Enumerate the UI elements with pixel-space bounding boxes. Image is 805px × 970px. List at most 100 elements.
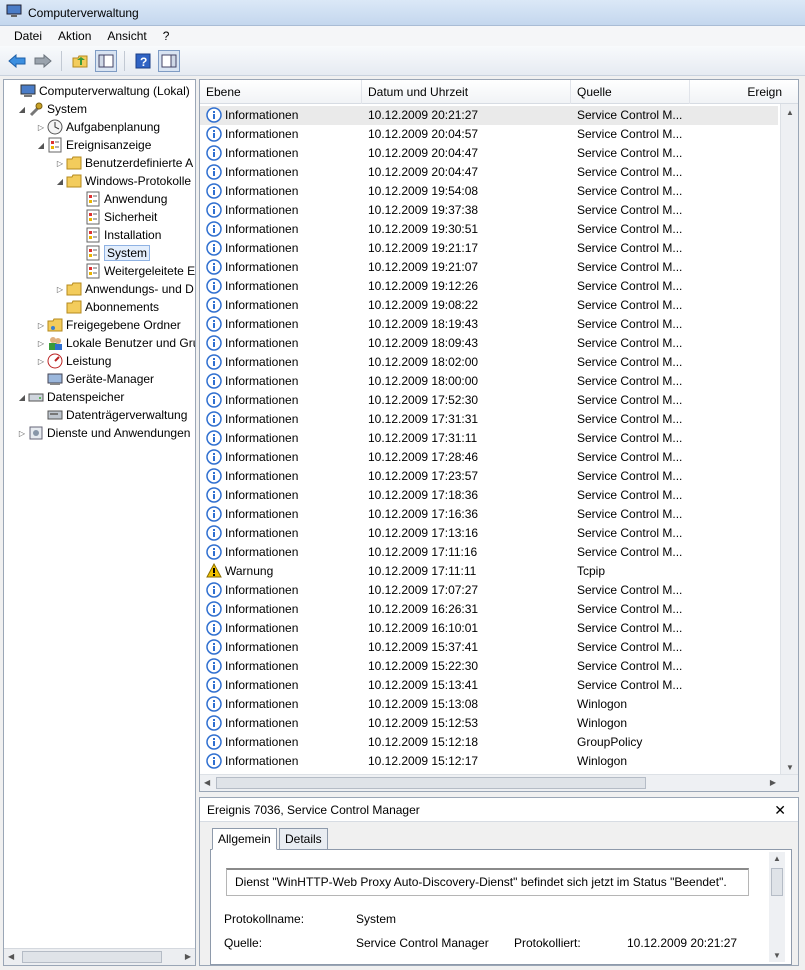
table-row[interactable]: Informationen 10.12.2009 19:08:22 Service … xyxy=(200,296,778,315)
menu-datei[interactable]: Datei xyxy=(6,29,50,43)
table-row[interactable]: Informationen 10.12.2009 18:00:00 Service … xyxy=(200,372,778,391)
scroll-left-arrow-icon[interactable]: ◀ xyxy=(204,778,210,787)
table-row[interactable]: Informationen 10.12.2009 17:07:27 Service … xyxy=(200,581,778,600)
column-header-datum[interactable]: Datum und Uhrzeit xyxy=(362,80,571,104)
tree-item[interactable]: Abonnements xyxy=(54,298,159,316)
tree-item[interactable]: Computerverwaltung (Lokal) xyxy=(8,82,190,100)
table-row[interactable]: Informationen 10.12.2009 19:12:26 Service … xyxy=(200,277,778,296)
scroll-down-arrow-icon[interactable]: ▼ xyxy=(786,763,794,772)
console-tree[interactable]: Computerverwaltung (Lokal) ◢ System ▷ Aufgab… xyxy=(3,79,196,966)
tree-item[interactable]: System xyxy=(73,244,151,262)
table-row[interactable]: Informationen 10.12.2009 17:23:57 Service … xyxy=(200,467,778,486)
tree-item[interactable]: Installation xyxy=(73,226,161,244)
scroll-left-arrow-icon[interactable]: ◀ xyxy=(8,952,14,961)
help-icon[interactable]: ? xyxy=(132,50,154,72)
tree-scroll-thumb[interactable] xyxy=(22,951,162,963)
menu-aktion[interactable]: Aktion xyxy=(50,29,99,43)
event-list-horizontal-scrollbar[interactable]: ◀ ▶ xyxy=(200,774,798,791)
table-row[interactable]: Informationen 10.12.2009 18:02:00 Service … xyxy=(200,353,778,372)
table-row[interactable]: Informationen 10.12.2009 15:12:18 GroupPol… xyxy=(200,733,778,752)
table-row[interactable]: Informationen 10.12.2009 19:37:38 Service … xyxy=(200,201,778,220)
tree-item[interactable]: ◢ Datenspeicher xyxy=(16,388,124,406)
tree-expander-icon[interactable]: ▷ xyxy=(35,357,47,366)
menu-help[interactable]: ? xyxy=(155,29,178,43)
table-row[interactable]: Informationen 10.12.2009 18:19:43 Service … xyxy=(200,315,778,334)
tree-expander-icon[interactable]: ◢ xyxy=(16,393,28,402)
event-list[interactable]: Ebene Datum und Uhrzeit Quelle Ereign In… xyxy=(199,79,799,792)
table-row[interactable]: Informationen 10.12.2009 16:10:01 Service … xyxy=(200,619,778,638)
tree-item[interactable]: ▷ Aufgabenplanung xyxy=(35,118,160,136)
tab-allgemein[interactable]: Allgemein xyxy=(212,828,277,850)
column-header-ereignis[interactable]: Ereign xyxy=(690,80,798,104)
table-row[interactable]: Informationen 10.12.2009 15:13:08 Winlogon xyxy=(200,695,778,714)
tree-expander-icon[interactable]: ◢ xyxy=(16,105,28,114)
scroll-up-arrow-icon[interactable]: ▲ xyxy=(786,108,794,117)
scroll-right-arrow-icon[interactable]: ▶ xyxy=(185,952,191,961)
table-row[interactable]: Informationen 10.12.2009 17:18:36 Service … xyxy=(200,486,778,505)
column-header-quelle[interactable]: Quelle xyxy=(571,80,690,104)
tree-item[interactable]: Weitergeleitete E xyxy=(73,262,195,280)
scroll-down-arrow-icon[interactable]: ▼ xyxy=(773,951,781,960)
tree-item[interactable]: ◢ Windows-Protokolle xyxy=(54,172,191,190)
tree-item[interactable]: ◢ System xyxy=(16,100,87,118)
menu-ansicht[interactable]: Ansicht xyxy=(99,29,154,43)
tree-item[interactable]: ▷ Anwendungs- und D xyxy=(54,280,194,298)
tree-expander-icon[interactable]: ▷ xyxy=(35,123,47,132)
tree-item[interactable]: Sicherheit xyxy=(73,208,157,226)
table-row[interactable]: Informationen 10.12.2009 17:31:31 Service … xyxy=(200,410,778,429)
table-row[interactable]: Informationen 10.12.2009 20:21:27 Service … xyxy=(200,106,778,125)
up-folder-icon[interactable] xyxy=(69,50,91,72)
table-row[interactable]: Informationen 10.12.2009 15:12:17 Winlogon xyxy=(200,752,778,771)
tree-expander-icon[interactable]: ▷ xyxy=(35,321,47,330)
table-row[interactable]: Informationen 10.12.2009 19:21:17 Service … xyxy=(200,239,778,258)
tree-item[interactable]: ▷ Dienste und Anwendungen xyxy=(16,424,191,442)
detail-vertical-scrollbar[interactable]: ▲ ▼ xyxy=(769,852,785,962)
back-arrow-icon[interactable] xyxy=(6,50,28,72)
scroll-right-arrow-icon[interactable]: ▶ xyxy=(770,778,776,787)
table-row[interactable]: Warnung 10.12.2009 17:11:11 Tcpip xyxy=(200,562,778,581)
table-row[interactable]: Informationen 10.12.2009 19:30:51 Service … xyxy=(200,220,778,239)
table-row[interactable]: Informationen 10.12.2009 20:04:57 Service … xyxy=(200,125,778,144)
event-list-vertical-scrollbar[interactable]: ▲ ▼ xyxy=(780,104,798,776)
tree-item[interactable]: Geräte-Manager xyxy=(35,370,154,388)
tab-details[interactable]: Details xyxy=(279,828,328,850)
table-row[interactable]: Informationen 10.12.2009 17:52:30 Service … xyxy=(200,391,778,410)
tree-expander-icon[interactable]: ▷ xyxy=(35,339,47,348)
scroll-up-arrow-icon[interactable]: ▲ xyxy=(773,854,781,863)
table-row[interactable]: Informationen 10.12.2009 17:28:46 Service … xyxy=(200,448,778,467)
table-row[interactable]: Informationen 10.12.2009 17:13:16 Service … xyxy=(200,524,778,543)
table-row[interactable]: Informationen 10.12.2009 15:37:41 Service … xyxy=(200,638,778,657)
tree-item[interactable]: ▷ Lokale Benutzer und Gru xyxy=(35,334,195,352)
tree-item[interactable]: ▷ Leistung xyxy=(35,352,111,370)
table-row[interactable]: Informationen 10.12.2009 20:04:47 Service … xyxy=(200,144,778,163)
tree-expander-icon[interactable]: ▷ xyxy=(54,159,66,168)
forward-arrow-icon[interactable] xyxy=(32,50,54,72)
tree-expander-icon[interactable]: ▷ xyxy=(16,429,28,438)
close-icon[interactable]: ✕ xyxy=(774,798,786,822)
tree-item[interactable]: Anwendung xyxy=(73,190,167,208)
show-hide-tree-icon[interactable] xyxy=(95,49,117,72)
table-row[interactable]: Informationen 10.12.2009 17:31:11 Service … xyxy=(200,429,778,448)
show-hide-action-pane-icon[interactable] xyxy=(158,49,180,72)
tree-item[interactable]: ▷ Freigegebene Ordner xyxy=(35,316,181,334)
table-row[interactable]: Informationen 10.12.2009 18:09:43 Service … xyxy=(200,334,778,353)
tree-horizontal-scrollbar[interactable]: ◀ ▶ xyxy=(4,948,195,965)
tree-expander-icon[interactable]: ◢ xyxy=(35,141,47,150)
tree-expander-icon[interactable]: ▷ xyxy=(54,285,66,294)
table-row[interactable]: Informationen 10.12.2009 19:54:08 Service … xyxy=(200,182,778,201)
table-row[interactable]: Informationen 10.12.2009 17:16:36 Service … xyxy=(200,505,778,524)
table-row[interactable]: Informationen 10.12.2009 20:04:47 Service … xyxy=(200,163,778,182)
column-header-ebene[interactable]: Ebene xyxy=(200,80,362,104)
event-message[interactable]: Dienst "WinHTTP-Web Proxy Auto-Discovery… xyxy=(226,868,749,896)
tree-item[interactable]: ▷ Benutzerdefinierte A xyxy=(54,154,193,172)
table-row[interactable]: Informationen 10.12.2009 15:12:53 Winlogon xyxy=(200,714,778,733)
tree-expander-icon[interactable]: ◢ xyxy=(54,177,66,186)
tree-item[interactable]: ◢ Ereignisanzeige xyxy=(35,136,151,154)
table-row[interactable]: Informationen 10.12.2009 19:21:07 Service … xyxy=(200,258,778,277)
detail-scroll-thumb[interactable] xyxy=(771,868,783,896)
table-row[interactable]: Informationen 10.12.2009 16:26:31 Service … xyxy=(200,600,778,619)
list-scroll-thumb[interactable] xyxy=(216,777,646,789)
table-row[interactable]: Informationen 10.12.2009 15:13:41 Service … xyxy=(200,676,778,695)
tree-item[interactable]: Datenträgerverwaltung xyxy=(35,406,187,424)
table-row[interactable]: Informationen 10.12.2009 15:22:30 Service … xyxy=(200,657,778,676)
